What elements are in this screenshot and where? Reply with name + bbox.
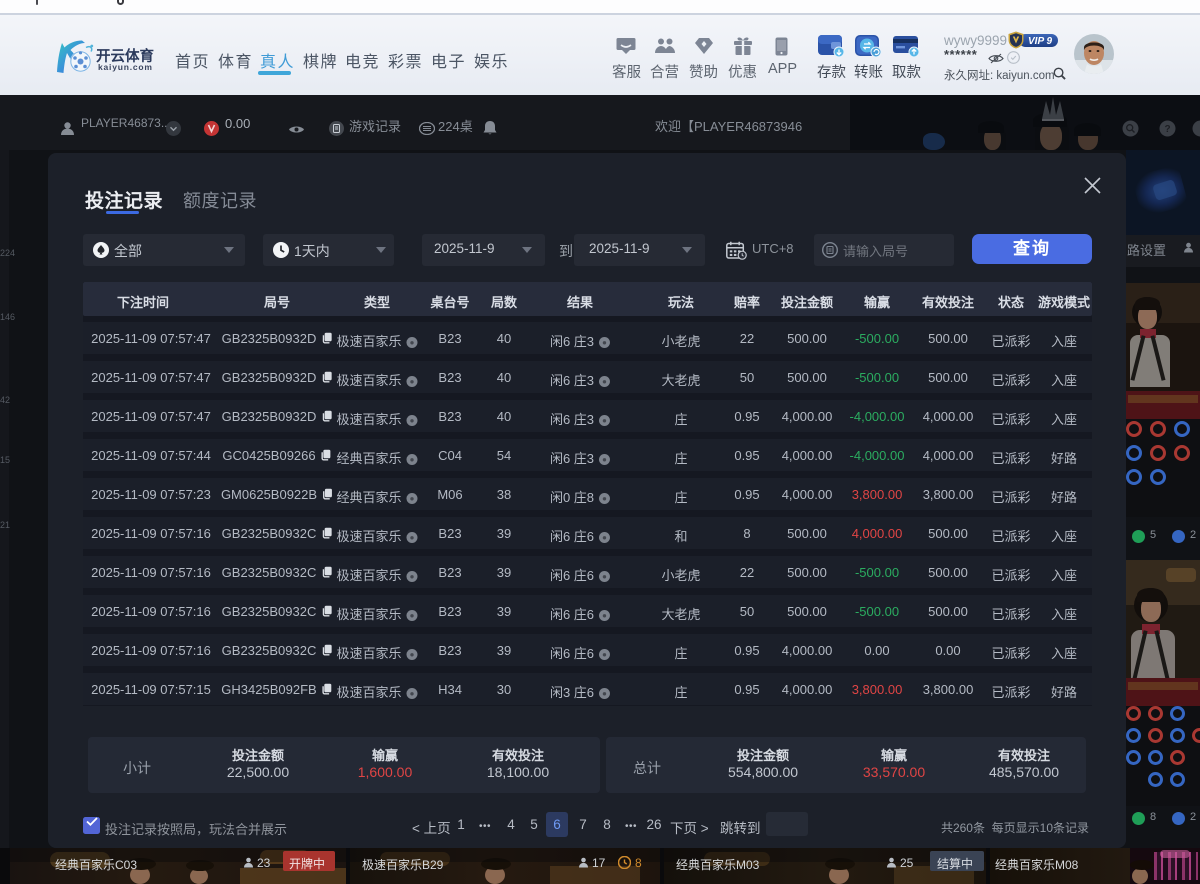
svg-text:?: ? bbox=[1164, 124, 1170, 135]
